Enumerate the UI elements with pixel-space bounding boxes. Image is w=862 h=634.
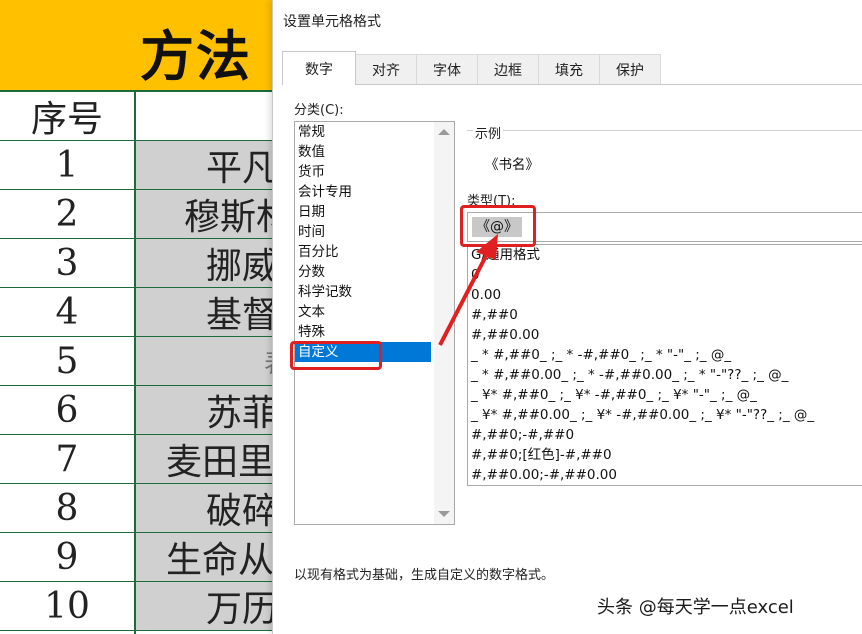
tab-number[interactable]: 数字 bbox=[282, 51, 356, 85]
annotation-arrow bbox=[438, 234, 498, 346]
arrow-head-icon bbox=[476, 234, 498, 260]
watermark: 头条 @每天学一点excel bbox=[597, 597, 794, 618]
arrow-shaft bbox=[438, 251, 490, 346]
